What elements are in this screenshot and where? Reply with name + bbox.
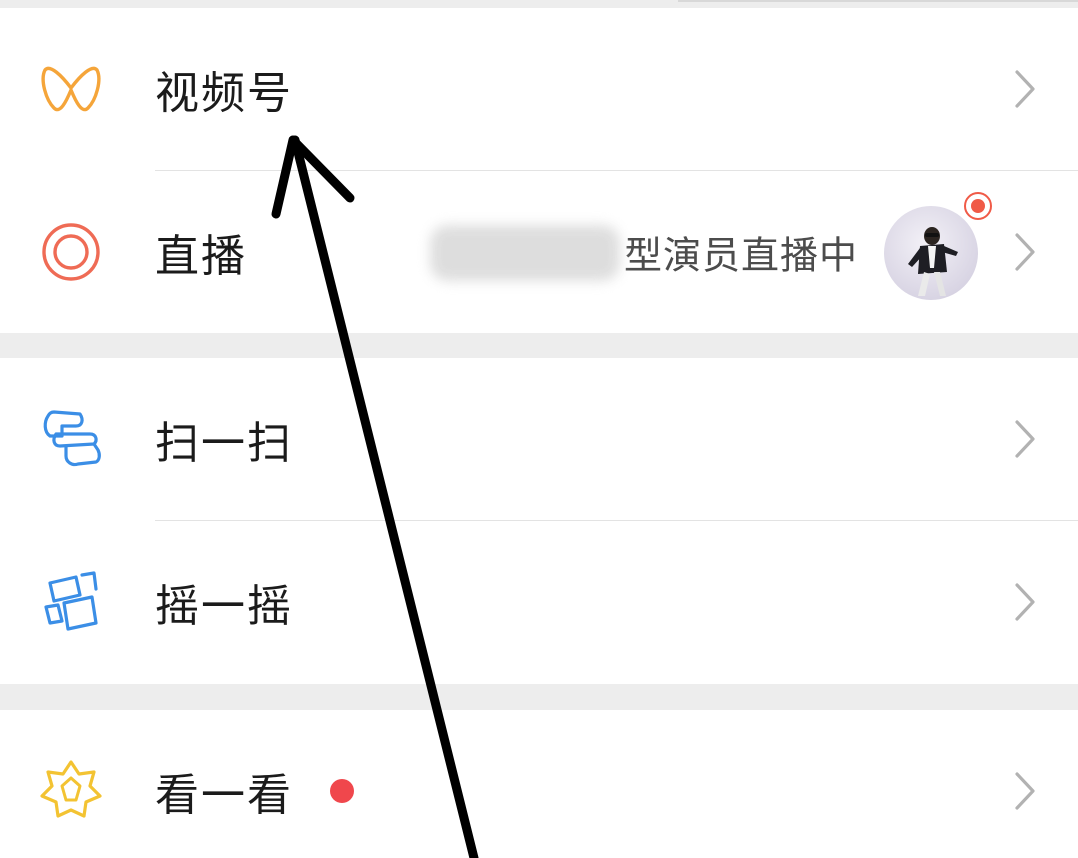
top-gap-edge (678, 0, 1078, 2)
menu-item-shake[interactable]: 摇一摇 (0, 521, 1078, 683)
chevron-right-icon (1012, 582, 1038, 622)
menu-item-channels[interactable]: 视频号 (0, 8, 1078, 170)
menu-item-channels-label: 视频号 (155, 68, 293, 119)
shake-icon (36, 567, 106, 637)
live-target-icon (36, 217, 106, 287)
scan-icon (36, 404, 106, 474)
chevron-right-icon (1012, 232, 1038, 272)
menu-group-top-stories: 看一看 (0, 710, 1078, 858)
unread-badge (330, 779, 354, 803)
redacted-text-blur (430, 225, 620, 281)
live-indicator-core (971, 199, 985, 213)
chevron-right-icon (1012, 771, 1038, 811)
menu-item-shake-label: 摇一摇 (155, 581, 293, 632)
menu-item-top-stories[interactable]: 看一看 (0, 710, 1078, 858)
live-indicator-dot (961, 189, 995, 223)
live-status-text: 型演员直播中 (623, 233, 858, 278)
live-host-avatar[interactable] (884, 206, 978, 300)
menu-item-top-stories-label: 看一看 (155, 770, 293, 821)
chevron-right-icon (1012, 419, 1038, 459)
menu-item-scan-label: 扫一扫 (155, 418, 293, 469)
top-stories-icon (36, 756, 106, 826)
discover-screen: 视频号 直播 型演员直播中 扫一扫 摇一摇 看一看 (0, 0, 1078, 858)
channels-butterfly-icon (36, 54, 106, 124)
menu-item-scan[interactable]: 扫一扫 (0, 358, 1078, 520)
menu-item-live-label: 直播 (155, 231, 247, 282)
menu-group-scan-shake: 扫一扫 摇一摇 (0, 358, 1078, 684)
chevron-right-icon (1012, 69, 1038, 109)
